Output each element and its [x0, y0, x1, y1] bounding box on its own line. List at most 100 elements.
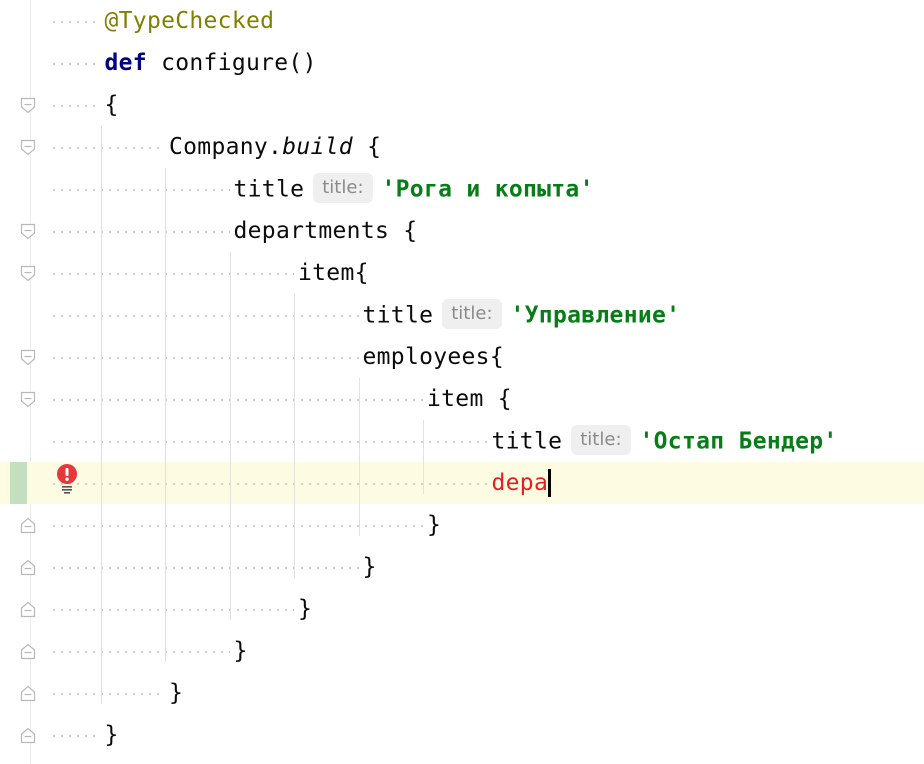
- fold-end-icon[interactable]: [19, 727, 37, 744]
- vcs-modified-marker[interactable]: [10, 462, 27, 504]
- whitespace-dots: [50, 147, 165, 149]
- whitespace-dots: [50, 21, 101, 23]
- whitespace-dots: [50, 399, 423, 401]
- fold-collapse-icon[interactable]: [19, 265, 37, 282]
- fold-end-icon[interactable]: [19, 643, 37, 660]
- code-token: }: [233, 638, 248, 664]
- code-line[interactable]: title title: 'Рога и копыта': [0, 168, 924, 210]
- code-line[interactable]: }: [0, 504, 924, 546]
- parameter-hint: title:: [313, 173, 373, 203]
- whitespace-dots: [50, 567, 359, 569]
- code-text[interactable]: Company.build {: [169, 133, 381, 161]
- fold-collapse-icon[interactable]: [19, 223, 37, 240]
- code-line[interactable]: @TypeChecked: [0, 0, 924, 42]
- whitespace-dots: [50, 735, 101, 737]
- string-literal: 'Управление': [510, 302, 681, 329]
- code-line[interactable]: Company.build {: [0, 126, 924, 168]
- code-text[interactable]: title title: 'Остап Бендер': [491, 425, 838, 455]
- whitespace-dots: [50, 231, 230, 233]
- code-text[interactable]: title title: 'Управление': [362, 299, 681, 329]
- parameter-hint: title:: [442, 299, 502, 329]
- code-line[interactable]: }: [0, 672, 924, 714]
- string-literal: 'Рога и копыта': [381, 176, 594, 203]
- whitespace-dots: [50, 315, 359, 317]
- whitespace-dots: [50, 651, 230, 653]
- code-token: title: [233, 176, 305, 203]
- code-token: build: [282, 134, 353, 160]
- code-text[interactable]: }: [169, 679, 183, 707]
- indent-guide: [101, 126, 102, 704]
- code-token: employees{: [362, 344, 504, 370]
- code-text[interactable]: @TypeChecked: [105, 7, 275, 35]
- code-text[interactable]: employees{: [363, 343, 504, 371]
- unresolved-reference: depa: [491, 470, 549, 496]
- code-text[interactable]: item{: [298, 259, 369, 287]
- code-line[interactable]: }: [0, 588, 924, 630]
- code-line-current[interactable]: depa: [0, 462, 924, 504]
- whitespace-dots: [50, 105, 101, 107]
- text-caret: [548, 469, 552, 497]
- whitespace-dots: [50, 693, 165, 695]
- fold-collapse-icon[interactable]: [19, 139, 37, 156]
- code-text[interactable]: }: [234, 637, 248, 665]
- fold-collapse-icon[interactable]: [19, 391, 37, 408]
- code-line[interactable]: {: [0, 84, 924, 126]
- code-text[interactable]: title title: 'Рога и копыта': [233, 173, 594, 203]
- code-token: }: [169, 680, 184, 706]
- fold-end-icon[interactable]: [19, 559, 37, 576]
- indent-guide: [423, 420, 424, 494]
- string-literal: 'Остап Бендер': [639, 428, 838, 455]
- code-token: }: [298, 596, 313, 622]
- code-line[interactable]: }: [0, 630, 924, 672]
- indent-guide: [294, 294, 295, 578]
- fold-end-icon[interactable]: [19, 517, 37, 534]
- indent-guide: [230, 252, 231, 620]
- whitespace-dots: [50, 357, 359, 359]
- keyword: def: [104, 50, 147, 76]
- whitespace-dots: [50, 525, 423, 527]
- code-line[interactable]: }: [0, 714, 924, 756]
- code-token: {: [352, 134, 382, 160]
- whitespace-dots: [50, 273, 294, 275]
- error-exclamation-icon[interactable]: [54, 464, 80, 494]
- code-token: item{: [298, 260, 369, 286]
- code-token: }: [362, 554, 377, 580]
- code-line[interactable]: title title: 'Управление': [0, 294, 924, 336]
- code-line[interactable]: def configure(): [0, 42, 924, 84]
- parameter-hint: title:: [571, 425, 631, 455]
- code-token: }: [104, 722, 119, 748]
- annotation: @TypeChecked: [104, 8, 275, 34]
- code-token: departments {: [233, 218, 418, 244]
- fold-collapse-icon[interactable]: [19, 349, 37, 366]
- fold-end-icon[interactable]: [19, 685, 37, 702]
- code-text[interactable]: item {: [427, 385, 512, 413]
- code-text[interactable]: }: [298, 595, 312, 623]
- fold-collapse-icon[interactable]: [19, 97, 37, 114]
- indent-guide: [165, 168, 166, 662]
- whitespace-dots: [50, 609, 294, 611]
- code-token: }: [427, 512, 442, 538]
- code-text[interactable]: depa: [492, 469, 552, 497]
- indent-guide: [359, 378, 360, 536]
- code-token: item {: [427, 386, 512, 412]
- code-token: title: [362, 302, 434, 329]
- whitespace-dots: [50, 189, 230, 191]
- code-line[interactable]: }: [0, 546, 924, 588]
- code-line[interactable]: item{: [0, 252, 924, 294]
- code-text[interactable]: def configure(): [105, 49, 317, 77]
- whitespace-dots: [50, 483, 488, 485]
- code-text[interactable]: {: [105, 91, 119, 119]
- code-text[interactable]: departments {: [234, 217, 418, 245]
- code-line[interactable]: title title: 'Остап Бендер': [0, 420, 924, 462]
- code-line[interactable]: item {: [0, 378, 924, 420]
- code-text[interactable]: }: [363, 553, 377, 581]
- fold-end-icon[interactable]: [19, 601, 37, 618]
- code-line[interactable]: employees{: [0, 336, 924, 378]
- code-token: title: [491, 428, 563, 455]
- code-text[interactable]: }: [427, 511, 441, 539]
- code-text[interactable]: }: [105, 721, 119, 749]
- whitespace-dots: [50, 63, 101, 65]
- code-token: Company.: [169, 134, 283, 160]
- whitespace-dots: [50, 441, 488, 443]
- code-line[interactable]: departments {: [0, 210, 924, 252]
